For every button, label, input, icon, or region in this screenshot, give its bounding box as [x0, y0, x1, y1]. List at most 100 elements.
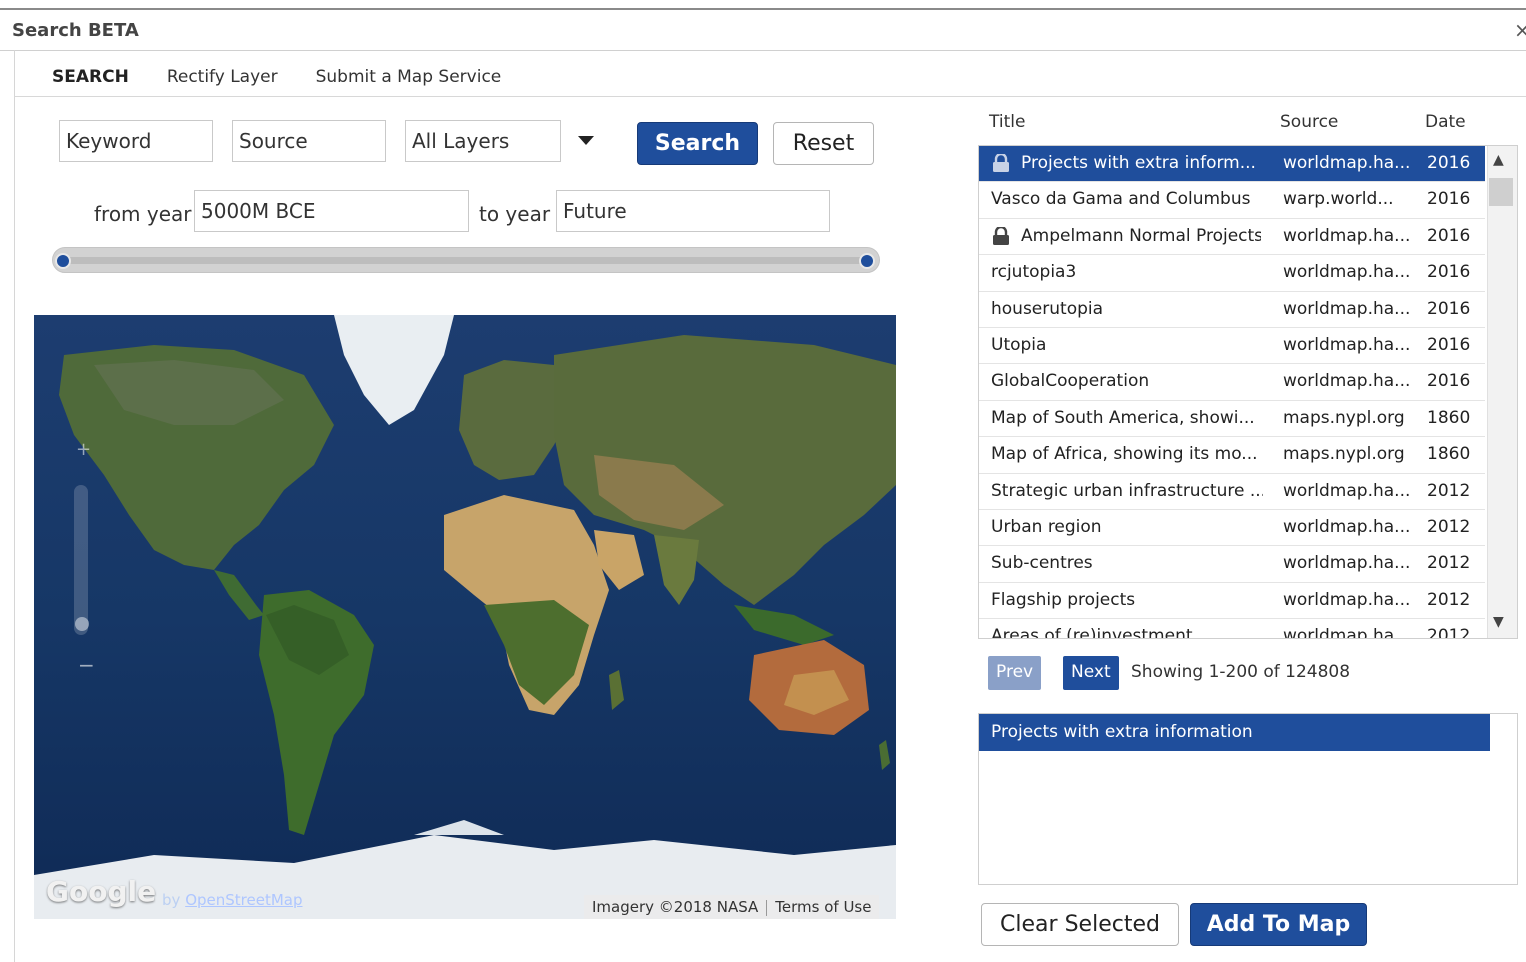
chevron-down-icon[interactable]: ▼ — [1493, 614, 1504, 630]
tab-rectify-layer[interactable]: Rectify Layer — [167, 64, 278, 90]
row-title: GlobalCooperation — [991, 371, 1150, 392]
row-source: worldmap.ha... — [1283, 589, 1411, 610]
zoom-in-icon[interactable]: + — [76, 439, 91, 460]
row-source: worldmap.ha... — [1283, 153, 1411, 173]
results-scrollbar[interactable] — [1487, 146, 1517, 638]
row-title: Strategic urban infrastructure ... — [991, 480, 1263, 501]
to-year-input[interactable]: Future — [556, 190, 830, 232]
table-row[interactable]: Urban region worldmap.ha... 2012 — [979, 510, 1485, 547]
table-row[interactable]: Map of Africa, showing its mo... maps.nyp… — [979, 437, 1485, 474]
zoom-slider[interactable] — [74, 485, 88, 635]
table-row[interactable]: Projects with extra inform... worldmap.ha… — [979, 146, 1485, 183]
lock-icon — [993, 154, 1009, 172]
clear-selected-button[interactable]: Clear Selected — [981, 903, 1179, 946]
column-header-date[interactable]: Date — [1425, 112, 1466, 132]
row-title: Flagship projects — [991, 589, 1136, 610]
scroll-thumb[interactable] — [1489, 178, 1513, 206]
results-table: Projects with extra inform... worldmap.ha… — [978, 145, 1518, 639]
row-source: worldmap.ha... — [1283, 516, 1411, 537]
row-date: 2012 — [1427, 553, 1471, 574]
next-button[interactable]: Next — [1063, 656, 1119, 690]
slider-handle-max[interactable] — [859, 253, 875, 269]
map-attribution: Imagery ©2018 NASA Terms of Use — [584, 895, 880, 919]
caret-down-icon[interactable] — [578, 136, 594, 145]
row-title: Vasco da Gama and Columbus — [991, 189, 1251, 210]
table-row[interactable]: Flagship projects worldmap.ha... 2012 — [979, 583, 1485, 620]
table-row[interactable]: houserutopia worldmap.ha... 2016 — [979, 292, 1485, 328]
detail-title: Projects with extra information — [979, 714, 1490, 751]
zoom-out-icon[interactable]: − — [78, 653, 95, 677]
search-button[interactable]: Search — [637, 122, 758, 165]
row-date: 2016 — [1427, 189, 1471, 210]
table-row[interactable]: Areas of (re)investment worldmap.ha... 201… — [979, 619, 1485, 639]
row-source: warp.world... — [1283, 189, 1394, 210]
world-map[interactable]: + − Google by OpenStreetMap Imagery ©201… — [34, 315, 896, 919]
window-top-rule — [0, 8, 1526, 10]
tab-search[interactable]: SEARCH — [52, 64, 129, 90]
row-title: Areas of (re)investment — [991, 626, 1193, 639]
keyword-input[interactable]: Keyword — [59, 120, 213, 162]
row-source: worldmap.ha... — [1283, 298, 1411, 319]
row-title: houserutopia — [991, 298, 1104, 319]
title-divider — [0, 50, 1526, 51]
table-row[interactable]: Sub-centres worldmap.ha... 2012 — [979, 546, 1485, 583]
add-to-map-button[interactable]: Add To Map — [1190, 903, 1367, 946]
osm-credit-link[interactable]: OpenStreetMap — [185, 891, 302, 909]
from-year-input[interactable]: 5000M BCE — [194, 190, 469, 232]
row-date: 2012 — [1427, 480, 1471, 501]
results-rows: Projects with extra inform... worldmap.ha… — [979, 146, 1485, 639]
table-row[interactable]: rcjutopia3 worldmap.ha... 2016 — [979, 255, 1485, 292]
row-title: Ampelmann Normal Projects — [1021, 225, 1261, 246]
row-title: rcjutopia3 — [991, 262, 1077, 283]
row-date: 2016 — [1427, 371, 1471, 392]
row-source: worldmap.ha... — [1283, 225, 1411, 246]
terms-of-use-link[interactable]: Terms of Use — [775, 898, 871, 916]
from-year-label: from year — [94, 202, 192, 226]
tab-submit-map-service[interactable]: Submit a Map Service — [316, 64, 502, 90]
row-date: 2016 — [1427, 262, 1471, 283]
zoom-slider-knob[interactable] — [75, 617, 89, 631]
osm-credit: by OpenStreetMap — [162, 891, 303, 909]
row-title: Map of South America, showi... — [991, 407, 1255, 428]
chevron-up-icon[interactable]: ▲ — [1493, 152, 1504, 168]
row-source: worldmap.ha... — [1283, 626, 1411, 639]
row-source: maps.nypl.org — [1283, 444, 1405, 465]
row-source: worldmap.ha... — [1283, 553, 1411, 574]
column-header-source[interactable]: Source — [1280, 112, 1338, 132]
map-imagery — [34, 315, 896, 919]
row-date: 2012 — [1427, 626, 1471, 639]
table-row[interactable]: Strategic urban infrastructure ... worldm… — [979, 474, 1485, 510]
pager-status: Showing 1-200 of 124808 — [1131, 662, 1351, 682]
prev-button[interactable]: Prev — [988, 656, 1042, 690]
row-title: Urban region — [991, 516, 1102, 537]
tabs-divider — [14, 96, 1526, 97]
close-icon[interactable]: × — [1514, 18, 1526, 42]
row-date: 2012 — [1427, 589, 1471, 610]
row-date: 2016 — [1427, 298, 1471, 319]
layers-select[interactable]: All Layers — [405, 120, 561, 162]
slider-handle-min[interactable] — [55, 253, 71, 269]
slider-track-fill — [63, 257, 869, 264]
column-header-title[interactable]: Title — [989, 112, 1025, 132]
year-range-slider[interactable] — [52, 247, 880, 273]
row-title: Utopia — [991, 334, 1047, 355]
table-row[interactable]: GlobalCooperation worldmap.ha... 2016 — [979, 364, 1485, 401]
table-row[interactable]: Vasco da Gama and Columbus warp.world... 2… — [979, 182, 1485, 219]
row-source: maps.nypl.org — [1283, 407, 1405, 428]
row-date: 2012 — [1427, 516, 1471, 537]
row-source: worldmap.ha... — [1283, 480, 1411, 501]
row-date: 2016 — [1427, 153, 1471, 173]
table-row[interactable]: Utopia worldmap.ha... 2016 — [979, 328, 1485, 365]
reset-button[interactable]: Reset — [773, 122, 874, 165]
imagery-credit: Imagery ©2018 NASA — [592, 898, 759, 916]
to-year-label: to year — [479, 202, 551, 226]
row-title: Map of Africa, showing its mo... — [991, 444, 1258, 465]
osm-credit-prefix: by — [162, 891, 181, 909]
table-row[interactable]: Map of South America, showi... maps.nypl.… — [979, 401, 1485, 438]
window-title: Search BETA — [12, 20, 139, 41]
table-row[interactable]: Ampelmann Normal Projects worldmap.ha... 2… — [979, 219, 1485, 256]
detail-panel: Projects with extra information — [978, 713, 1518, 885]
tab-bar: SEARCH Rectify Layer Submit a Map Servic… — [52, 64, 539, 90]
source-input[interactable]: Source — [232, 120, 386, 162]
row-source: worldmap.ha... — [1283, 334, 1411, 355]
